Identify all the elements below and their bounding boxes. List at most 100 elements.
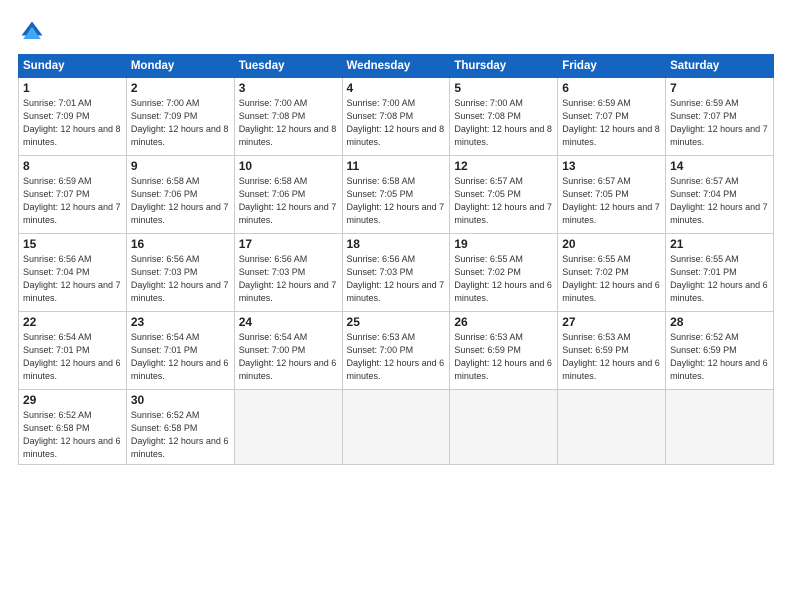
- day-info: Sunrise: 7:00 AM Sunset: 7:08 PM Dayligh…: [347, 97, 446, 149]
- day-info: Sunrise: 6:58 AM Sunset: 7:06 PM Dayligh…: [239, 175, 338, 227]
- day-number: 19: [454, 237, 553, 251]
- day-info: Sunrise: 6:59 AM Sunset: 7:07 PM Dayligh…: [670, 97, 769, 149]
- day-info: Sunrise: 6:54 AM Sunset: 7:00 PM Dayligh…: [239, 331, 338, 383]
- day-number: 25: [347, 315, 446, 329]
- logo-icon: [18, 18, 46, 46]
- day-cell: 28 Sunrise: 6:52 AM Sunset: 6:59 PM Dayli…: [666, 312, 774, 390]
- day-cell: 25 Sunrise: 6:53 AM Sunset: 7:00 PM Dayli…: [342, 312, 450, 390]
- day-info: Sunrise: 6:56 AM Sunset: 7:04 PM Dayligh…: [23, 253, 122, 305]
- day-cell: 16 Sunrise: 6:56 AM Sunset: 7:03 PM Dayli…: [126, 234, 234, 312]
- day-number: 6: [562, 81, 661, 95]
- day-cell: 12Sunrise: 6:57 AM Sunset: 7:05 PM Dayli…: [450, 156, 558, 234]
- day-cell: 22 Sunrise: 6:54 AM Sunset: 7:01 PM Dayli…: [19, 312, 127, 390]
- day-info: Sunrise: 6:56 AM Sunset: 7:03 PM Dayligh…: [239, 253, 338, 305]
- day-cell: 6 Sunrise: 6:59 AM Sunset: 7:07 PM Daylig…: [558, 78, 666, 156]
- day-cell: 5 Sunrise: 7:00 AM Sunset: 7:08 PM Daylig…: [450, 78, 558, 156]
- day-cell: 19 Sunrise: 6:55 AM Sunset: 7:02 PM Dayli…: [450, 234, 558, 312]
- day-number: 3: [239, 81, 338, 95]
- day-info: Sunrise: 6:58 AM Sunset: 7:05 PM Dayligh…: [347, 175, 446, 227]
- header-cell-thursday: Thursday: [450, 55, 558, 78]
- day-number: 29: [23, 393, 122, 407]
- day-cell: 3 Sunrise: 7:00 AM Sunset: 7:08 PM Daylig…: [234, 78, 342, 156]
- header-cell-wednesday: Wednesday: [342, 55, 450, 78]
- day-cell: 27Sunrise: 6:53 AM Sunset: 6:59 PM Dayli…: [558, 312, 666, 390]
- day-info: Sunrise: 6:59 AM Sunset: 7:07 PM Dayligh…: [562, 97, 661, 149]
- day-cell: [234, 390, 342, 465]
- header-cell-monday: Monday: [126, 55, 234, 78]
- day-number: 9: [131, 159, 230, 173]
- day-number: 21: [670, 237, 769, 251]
- day-cell: 13 Sunrise: 6:57 AM Sunset: 7:05 PM Dayli…: [558, 156, 666, 234]
- day-number: 8: [23, 159, 122, 173]
- calendar-table: SundayMondayTuesdayWednesdayThursdayFrid…: [18, 54, 774, 465]
- day-cell: 30 Sunrise: 6:52 AM Sunset: 6:58 PM Dayli…: [126, 390, 234, 465]
- day-number: 30: [131, 393, 230, 407]
- day-number: 28: [670, 315, 769, 329]
- day-info: Sunrise: 6:58 AM Sunset: 7:06 PM Dayligh…: [131, 175, 230, 227]
- day-number: 17: [239, 237, 338, 251]
- day-number: 26: [454, 315, 553, 329]
- day-cell: 29 Sunrise: 6:52 AM Sunset: 6:58 PM Dayli…: [19, 390, 127, 465]
- header: [18, 18, 774, 46]
- day-number: 4: [347, 81, 446, 95]
- day-info: Sunrise: 6:54 AM Sunset: 7:01 PM Dayligh…: [23, 331, 122, 383]
- day-cell: 9 Sunrise: 6:58 AM Sunset: 7:06 PM Daylig…: [126, 156, 234, 234]
- day-cell: 24Sunrise: 6:54 AM Sunset: 7:00 PM Dayli…: [234, 312, 342, 390]
- day-cell: [558, 390, 666, 465]
- day-info: Sunrise: 6:52 AM Sunset: 6:58 PM Dayligh…: [23, 409, 122, 461]
- week-row-4: 22 Sunrise: 6:54 AM Sunset: 7:01 PM Dayli…: [19, 312, 774, 390]
- day-info: Sunrise: 6:57 AM Sunset: 7:05 PM Dayligh…: [562, 175, 661, 227]
- day-number: 16: [131, 237, 230, 251]
- day-cell: 7 Sunrise: 6:59 AM Sunset: 7:07 PM Daylig…: [666, 78, 774, 156]
- day-cell: 18Sunrise: 6:56 AM Sunset: 7:03 PM Dayli…: [342, 234, 450, 312]
- day-cell: 17 Sunrise: 6:56 AM Sunset: 7:03 PM Dayli…: [234, 234, 342, 312]
- header-cell-friday: Friday: [558, 55, 666, 78]
- day-cell: 26 Sunrise: 6:53 AM Sunset: 6:59 PM Dayli…: [450, 312, 558, 390]
- day-number: 2: [131, 81, 230, 95]
- week-row-2: 8 Sunrise: 6:59 AM Sunset: 7:07 PM Daylig…: [19, 156, 774, 234]
- day-cell: 10 Sunrise: 6:58 AM Sunset: 7:06 PM Dayli…: [234, 156, 342, 234]
- day-info: Sunrise: 7:00 AM Sunset: 7:08 PM Dayligh…: [454, 97, 553, 149]
- day-info: Sunrise: 7:00 AM Sunset: 7:08 PM Dayligh…: [239, 97, 338, 149]
- day-cell: 23 Sunrise: 6:54 AM Sunset: 7:01 PM Dayli…: [126, 312, 234, 390]
- header-cell-tuesday: Tuesday: [234, 55, 342, 78]
- day-number: 10: [239, 159, 338, 173]
- day-cell: [666, 390, 774, 465]
- week-row-5: 29 Sunrise: 6:52 AM Sunset: 6:58 PM Dayli…: [19, 390, 774, 465]
- day-number: 23: [131, 315, 230, 329]
- header-cell-sunday: Sunday: [19, 55, 127, 78]
- day-cell: 2 Sunrise: 7:00 AM Sunset: 7:09 PM Daylig…: [126, 78, 234, 156]
- day-number: 20: [562, 237, 661, 251]
- day-cell: 15 Sunrise: 6:56 AM Sunset: 7:04 PM Dayli…: [19, 234, 127, 312]
- day-number: 11: [347, 159, 446, 173]
- day-cell: 14Sunrise: 6:57 AM Sunset: 7:04 PM Dayli…: [666, 156, 774, 234]
- day-cell: 20Sunrise: 6:55 AM Sunset: 7:02 PM Dayli…: [558, 234, 666, 312]
- day-info: Sunrise: 6:53 AM Sunset: 7:00 PM Dayligh…: [347, 331, 446, 383]
- day-cell: [450, 390, 558, 465]
- day-number: 12: [454, 159, 553, 173]
- day-info: Sunrise: 7:00 AM Sunset: 7:09 PM Dayligh…: [131, 97, 230, 149]
- day-cell: 1 Sunrise: 7:01 AM Sunset: 7:09 PM Daylig…: [19, 78, 127, 156]
- day-number: 15: [23, 237, 122, 251]
- day-number: 27: [562, 315, 661, 329]
- day-info: Sunrise: 6:53 AM Sunset: 6:59 PM Dayligh…: [454, 331, 553, 383]
- day-number: 14: [670, 159, 769, 173]
- day-number: 13: [562, 159, 661, 173]
- day-number: 1: [23, 81, 122, 95]
- day-number: 7: [670, 81, 769, 95]
- day-number: 18: [347, 237, 446, 251]
- day-info: Sunrise: 6:52 AM Sunset: 6:59 PM Dayligh…: [670, 331, 769, 383]
- day-cell: [342, 390, 450, 465]
- day-number: 5: [454, 81, 553, 95]
- day-info: Sunrise: 6:54 AM Sunset: 7:01 PM Dayligh…: [131, 331, 230, 383]
- day-cell: 21 Sunrise: 6:55 AM Sunset: 7:01 PM Dayli…: [666, 234, 774, 312]
- day-info: Sunrise: 6:55 AM Sunset: 7:02 PM Dayligh…: [454, 253, 553, 305]
- day-info: Sunrise: 6:56 AM Sunset: 7:03 PM Dayligh…: [131, 253, 230, 305]
- day-number: 22: [23, 315, 122, 329]
- day-info: Sunrise: 6:55 AM Sunset: 7:01 PM Dayligh…: [670, 253, 769, 305]
- day-cell: 11 Sunrise: 6:58 AM Sunset: 7:05 PM Dayli…: [342, 156, 450, 234]
- day-info: Sunrise: 6:52 AM Sunset: 6:58 PM Dayligh…: [131, 409, 230, 461]
- day-info: Sunrise: 6:59 AM Sunset: 7:07 PM Dayligh…: [23, 175, 122, 227]
- day-info: Sunrise: 7:01 AM Sunset: 7:09 PM Dayligh…: [23, 97, 122, 149]
- header-row: SundayMondayTuesdayWednesdayThursdayFrid…: [19, 55, 774, 78]
